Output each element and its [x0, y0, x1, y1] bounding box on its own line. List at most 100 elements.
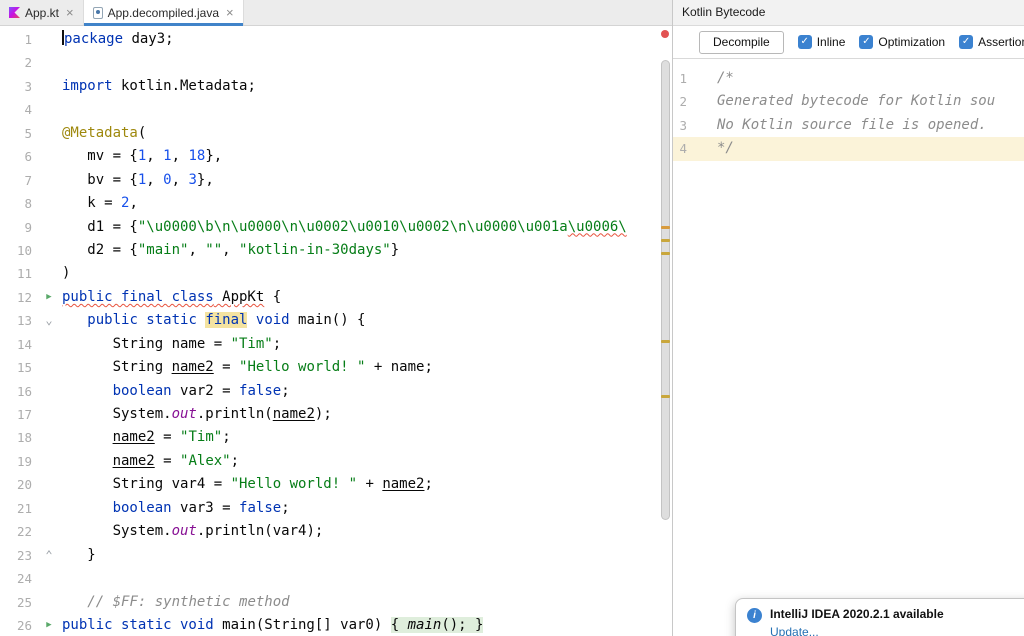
gutter: [36, 473, 62, 496]
code-token: (); }: [441, 616, 484, 633]
code-token: var2 =: [171, 382, 240, 399]
line-number: 20: [16, 477, 32, 493]
line-number: 12: [16, 289, 32, 305]
run-icon[interactable]: ▶: [36, 286, 62, 309]
code-line: 20 String var4 = "Hello world! " + name2…: [4, 473, 672, 496]
stripe-mark[interactable]: [661, 239, 670, 242]
code-token: System.: [62, 406, 172, 422]
close-icon[interactable]: ×: [226, 6, 234, 19]
code-text[interactable]: System.out.println(var4);: [62, 520, 672, 543]
gutter: [36, 591, 62, 614]
line-number: 3: [24, 78, 32, 94]
toolwindow-title: Kotlin Bytecode: [673, 0, 1024, 26]
code-line: 4 */: [673, 137, 1024, 161]
checkbox-inline[interactable]: ✓ Inline: [797, 35, 845, 49]
code-text[interactable]: ): [62, 262, 672, 285]
code-text[interactable]: [62, 567, 672, 590]
code-text[interactable]: k = 2,: [62, 192, 672, 215]
line-number: 23: [16, 547, 32, 563]
code-text[interactable]: }: [62, 544, 672, 567]
code-text[interactable]: public static void main(String[] var0) {…: [62, 614, 672, 636]
code-token: {: [390, 616, 408, 633]
tab-app-kt[interactable]: App.kt ×: [0, 0, 84, 25]
code-text[interactable]: // $FF: synthetic method: [62, 591, 672, 614]
code-text[interactable]: No Kotlin source file is opened.: [717, 114, 1024, 137]
line-number: 3: [679, 117, 687, 133]
code-token: },: [196, 171, 214, 188]
checkbox-assertions[interactable]: ✓ Assertions: [959, 35, 1024, 49]
code-text[interactable]: name2 = "Alex";: [62, 450, 672, 473]
decompile-button[interactable]: Decompile: [699, 30, 784, 54]
code-token: ;: [230, 452, 240, 469]
code-text[interactable]: String name2 = "Hello world! " + name;: [62, 356, 672, 379]
code-text[interactable]: bv = {1, 0, 3},: [62, 169, 672, 192]
code-token: // $FF: synthetic method: [87, 593, 290, 610]
fold-icon[interactable]: ⌃: [36, 544, 62, 567]
code-text[interactable]: String name = "Tim";: [62, 333, 672, 356]
vertical-scrollbar[interactable]: [661, 60, 670, 520]
code-token: + name;: [365, 359, 433, 376]
code-text[interactable]: Generated bytecode for Kotlin sou: [717, 90, 1024, 113]
code-text[interactable]: String var4 = "Hello world! " + name2;: [62, 473, 672, 496]
checkbox-label: Optimization: [878, 35, 946, 49]
fold-icon[interactable]: ⌄: [36, 309, 62, 332]
inspections-error-indicator[interactable]: [661, 30, 669, 38]
close-icon[interactable]: ×: [66, 6, 74, 19]
gutter: [36, 122, 62, 145]
code-token: ;: [424, 476, 433, 493]
code-text[interactable]: System.out.println(name2);: [62, 403, 672, 426]
stripe-mark[interactable]: [661, 252, 670, 255]
update-link[interactable]: Update...: [770, 625, 1024, 636]
code-token: mv = {: [62, 148, 138, 165]
gutter: [691, 114, 717, 137]
code-text[interactable]: import kotlin.Metadata;: [62, 75, 672, 98]
code-token: No Kotlin source file is opened.: [717, 116, 987, 133]
bytecode-viewer[interactable]: 1 /* 2 Generated bytecode for Kotlin sou 3 No…: [673, 60, 1024, 636]
code-text[interactable]: d1 = {"\u0000\b\n\u0000\n\u0002\u0010\u0…: [62, 216, 672, 239]
code-token: =: [213, 359, 240, 376]
code-token: ,: [222, 241, 240, 258]
line-number: 17: [16, 407, 32, 422]
gutter: [36, 403, 62, 426]
code-token: false: [239, 499, 282, 516]
code-token: name2: [171, 359, 214, 376]
code-text[interactable]: */: [717, 137, 1024, 160]
code-text[interactable]: @Metadata(: [62, 122, 672, 145]
gutter: [691, 137, 717, 160]
tab-app-decompiled-java[interactable]: App.decompiled.java ×: [83, 0, 244, 26]
gutter: [36, 28, 62, 51]
checkbox-icon[interactable]: ✓: [959, 35, 974, 49]
code-token: ): [62, 265, 71, 282]
stripe-mark[interactable]: [661, 226, 670, 229]
code-token: );: [314, 406, 332, 422]
code-text[interactable]: boolean var2 = false;: [62, 380, 672, 403]
code-text[interactable]: mv = {1, 1, 18},: [62, 145, 672, 168]
checkbox-icon[interactable]: ✓: [859, 35, 874, 49]
checkbox-optimization[interactable]: ✓ Optimization: [859, 35, 945, 49]
code-token: 18: [188, 148, 206, 165]
run-icon[interactable]: ▶: [36, 614, 62, 636]
code-token: =: [154, 429, 181, 446]
code-text[interactable]: public static final void main() {: [62, 309, 672, 332]
line-number: 5: [24, 125, 32, 141]
gutter: [36, 356, 62, 379]
code-text[interactable]: name2 = "Tim";: [62, 426, 672, 449]
code-text[interactable]: d2 = {"main", "", "kotlin-in-30days"}: [62, 239, 672, 262]
code-text[interactable]: [62, 98, 672, 121]
line-number: 13: [16, 313, 32, 329]
code-token: name2: [272, 406, 315, 422]
stripe-mark[interactable]: [661, 395, 670, 398]
code-token: ,: [188, 241, 206, 258]
code-text[interactable]: package day3;: [62, 28, 672, 51]
code-token: (: [137, 124, 147, 141]
checkbox-icon[interactable]: ✓: [797, 35, 812, 49]
code-editor[interactable]: 1 package day3; 2 3 import kotlin.Metadata; 4…: [0, 26, 672, 636]
code-text[interactable]: /*: [717, 67, 1024, 90]
code-text[interactable]: [62, 51, 672, 74]
stripe-mark[interactable]: [661, 340, 670, 343]
code-text[interactable]: public final class AppKt {: [62, 286, 672, 309]
code-text[interactable]: boolean var3 = false;: [62, 497, 672, 520]
code-token: package: [64, 31, 124, 47]
kotlin-bytecode-toolwindow: Kotlin Bytecode Decompile ✓ Inline ✓ Optimi…: [673, 0, 1024, 636]
